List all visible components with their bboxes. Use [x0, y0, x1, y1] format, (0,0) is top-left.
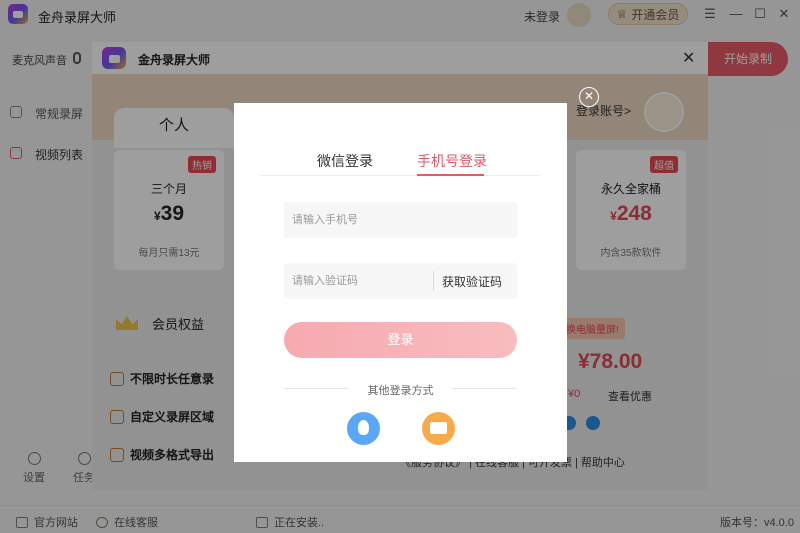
qq-icon[interactable] — [347, 412, 380, 445]
phone-input[interactable] — [284, 202, 517, 238]
tab-wechat-login[interactable]: 微信登录 — [317, 151, 373, 171]
tab-phone-login[interactable]: 手机号登录 — [417, 151, 487, 171]
login-close-icon[interactable]: ✕ — [579, 87, 599, 107]
code-divider — [433, 271, 434, 291]
other-login-methods: 其他登录方式 — [367, 385, 434, 397]
active-tab-indicator — [417, 174, 484, 176]
login-dialog: 微信登录 手机号登录 获取验证码 登录 其他登录方式 — [234, 103, 567, 462]
get-code-button[interactable]: 获取验证码 — [442, 273, 502, 290]
tab-divider — [260, 175, 540, 176]
mail-icon[interactable] — [422, 412, 455, 445]
login-button[interactable]: 登录 — [284, 322, 517, 358]
